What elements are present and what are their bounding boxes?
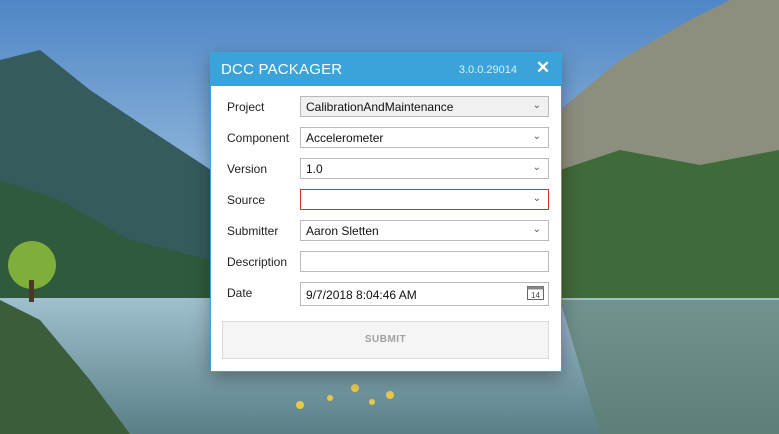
description-row: Description xyxy=(211,251,561,275)
submitter-dropdown[interactable]: Aaron Sletten ⌄ xyxy=(300,220,549,241)
chevron-down-icon: ⌄ xyxy=(532,224,541,235)
date-label: Date xyxy=(227,286,253,300)
description-input[interactable] xyxy=(300,251,549,272)
component-value: Accelerometer xyxy=(306,131,384,145)
chevron-down-icon: ⌄ xyxy=(532,193,541,204)
title-bar[interactable]: DCC PACKAGER 3.0.0.29014 ✕ xyxy=(211,53,561,86)
chevron-down-icon: ⌄ xyxy=(532,100,541,111)
date-picker[interactable]: 9/7/2018 8:04:46 AM 14 xyxy=(300,282,549,306)
project-row: Project CalibrationAndMaintenance ⌄ xyxy=(211,96,561,120)
description-label: Description xyxy=(227,255,288,269)
component-label: Component xyxy=(227,131,290,145)
submitter-row: Submitter Aaron Sletten ⌄ xyxy=(211,220,561,244)
component-dropdown[interactable]: Accelerometer ⌄ xyxy=(300,127,549,148)
window-title: DCC PACKAGER xyxy=(221,61,343,78)
calendar-icon[interactable]: 14 xyxy=(527,285,544,300)
component-row: Component Accelerometer ⌄ xyxy=(211,127,561,151)
project-value: CalibrationAndMaintenance xyxy=(306,100,454,114)
version-label: Version xyxy=(227,162,268,176)
submitter-value: Aaron Sletten xyxy=(306,224,379,238)
source-dropdown[interactable]: ⌄ xyxy=(300,189,549,210)
version-value: 1.0 xyxy=(306,162,323,176)
chevron-down-icon: ⌄ xyxy=(532,131,541,142)
source-row: Source ⌄ xyxy=(211,189,561,213)
submitter-label: Submitter xyxy=(227,224,279,238)
date-row: Date 9/7/2018 8:04:46 AM 14 xyxy=(211,282,561,306)
version-row: Version 1.0 ⌄ xyxy=(211,158,561,182)
date-value: 9/7/2018 8:04:46 AM xyxy=(306,288,417,302)
dcc-packager-window: DCC PACKAGER 3.0.0.29014 ✕ Project Calib… xyxy=(211,53,561,371)
submit-button[interactable]: SUBMIT xyxy=(222,321,549,359)
app-version: 3.0.0.29014 xyxy=(458,64,517,76)
version-dropdown[interactable]: 1.0 ⌄ xyxy=(300,158,549,179)
source-label: Source xyxy=(227,193,266,207)
project-label: Project xyxy=(227,100,265,114)
calendar-day-text: 14 xyxy=(531,291,540,300)
project-dropdown[interactable]: CalibrationAndMaintenance ⌄ xyxy=(300,96,549,117)
close-icon[interactable]: ✕ xyxy=(535,59,551,77)
chevron-down-icon: ⌄ xyxy=(532,162,541,173)
